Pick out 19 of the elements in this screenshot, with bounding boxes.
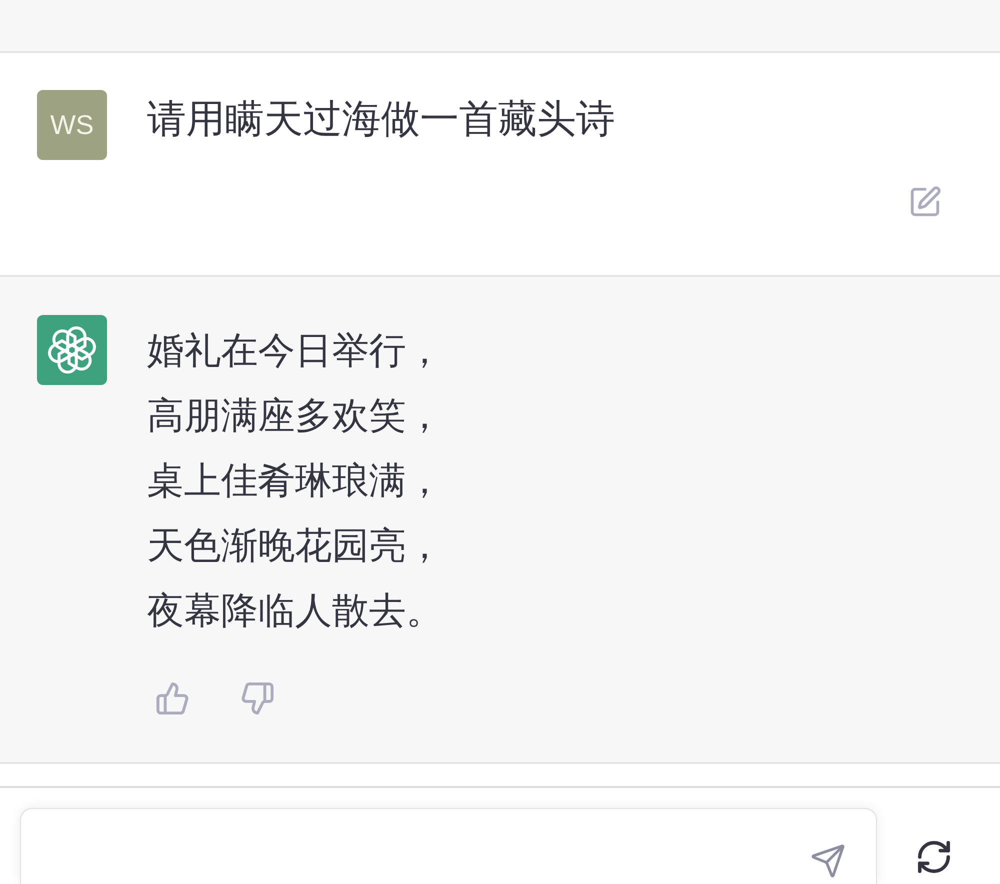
edit-icon: [908, 185, 942, 219]
poem-line: 桌上佳肴琳琅满，: [147, 459, 443, 503]
refresh-icon: [915, 838, 953, 876]
logo-icon: [47, 325, 97, 375]
edit-button[interactable]: [908, 185, 942, 219]
thumbs-down-button[interactable]: [240, 681, 275, 716]
user-avatar: WS: [37, 90, 107, 160]
poem-line: 婚礼在今日举行，: [147, 329, 443, 373]
thumbs-down-icon: [240, 681, 275, 716]
send-button[interactable]: [810, 843, 846, 879]
poem-line: 高朋满座多欢笑，: [147, 394, 443, 438]
thumbs-up-icon: [155, 681, 190, 716]
poem-line: 夜幕降临人散去。: [147, 589, 443, 633]
poem-line: 天色渐晚花园亮，: [147, 524, 443, 568]
regenerate-button[interactable]: [915, 838, 953, 876]
send-icon: [810, 843, 846, 879]
message-input[interactable]: [20, 808, 877, 884]
user-message-text: 请用瞒天过海做一首藏头诗: [147, 97, 615, 143]
thumbs-up-button[interactable]: [155, 681, 190, 716]
